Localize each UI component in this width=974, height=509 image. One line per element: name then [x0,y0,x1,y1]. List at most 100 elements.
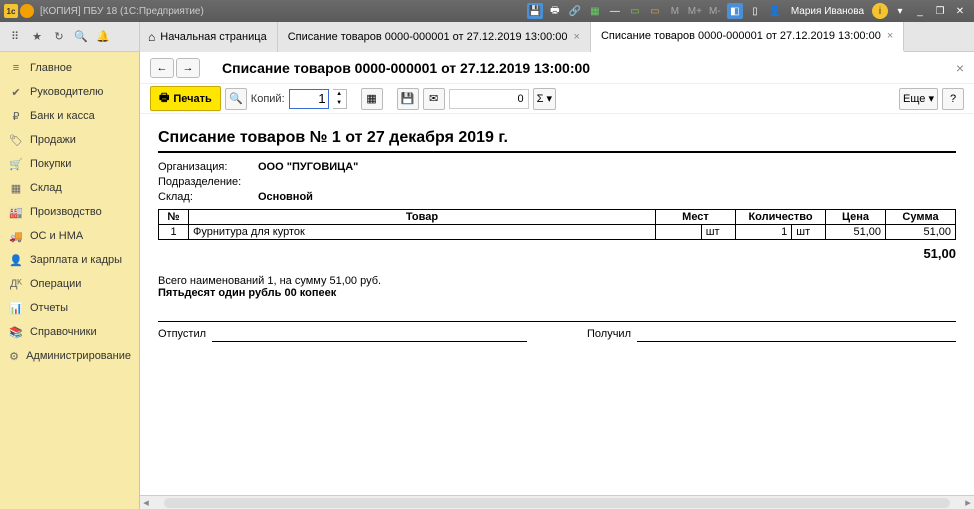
bell-icon[interactable]: 🔔 [92,26,114,48]
wh-label: Склад: [158,191,258,203]
panel-icon[interactable]: ▯ [747,3,763,19]
total-sum: 51,00 [158,246,956,261]
table-row: 1 Фурнитура для курток шт 1 шт 51,00 51,… [159,225,956,240]
scroll-right-icon[interactable]: ▸ [962,496,974,509]
toolbar: 🖶 Печать 🔍 Копий: ▲▼ ▦ 💾 ✉ 0 Σ ▾ Еще ▾ ? [140,84,974,114]
copies-input[interactable] [289,89,329,109]
released-label: Отпустил [158,328,206,342]
m3-icon[interactable]: M- [707,3,723,19]
tab-strip: ⌂ Начальная страница Списание товаров 00… [140,22,974,51]
check-icon: ✔ [8,86,24,99]
page-title: Списание товаров 0000-000001 от 27.12.20… [222,60,590,76]
email-button[interactable]: ✉ [423,88,445,110]
calc-icon[interactable]: ▦ [587,3,603,19]
dept-label: Подразделение: [158,176,258,188]
content-area: ← → Списание товаров 0000-000001 от 27.1… [140,52,974,509]
sidebar-item-payroll[interactable]: 👤Зарплата и кадры [0,248,139,272]
minus-icon[interactable]: — [607,3,623,19]
save-icon[interactable]: 💾 [527,3,543,19]
window-titlebar: 1c [КОПИЯ] ПБУ 18 (1С:Предприятие) 💾 🖶 🔗… [0,0,974,22]
window-icon[interactable]: ◧ [727,3,743,19]
more-button[interactable]: Еще ▾ [899,88,938,110]
help-button[interactable]: ? [942,88,964,110]
sidebar-item-assets[interactable]: 🚚ОС и НМА [0,224,139,248]
close-window-icon[interactable]: ✕ [952,3,968,19]
link-icon[interactable]: 🔗 [567,3,583,19]
released-line [212,328,527,342]
m-icon[interactable]: M [667,3,683,19]
chevron-down-icon[interactable]: ▼ [333,99,346,108]
tab-doc-1[interactable]: Списание товаров 0000-000001 от 27.12.20… [278,22,591,52]
col-num: № [159,210,189,225]
col-price: Цена [826,210,886,225]
truck-icon: 🚚 [8,230,24,243]
minimize-icon[interactable]: _ [912,3,928,19]
clock-icon[interactable]: ▭ [647,3,663,19]
m2-icon[interactable]: M+ [687,3,703,19]
nav-forward-button[interactable]: → [176,58,200,78]
sidebar-item-directories[interactable]: 📚Справочники [0,320,139,344]
tab-home[interactable]: ⌂ Начальная страница [140,22,278,52]
cell-unit1: шт [701,225,735,240]
sidebar-item-main[interactable]: ≡Главное [0,56,139,80]
sidebar-item-label: Отчеты [30,302,68,314]
sidebar: ≡Главное ✔ Руководителю ₽ Банк и касса 🏷Пр… [0,52,140,509]
gear-icon: ⚙ [8,350,20,363]
horizontal-scrollbar[interactable]: ◂ ▸ [140,495,974,509]
star-icon[interactable]: ★ [26,26,48,48]
sidebar-item-production[interactable]: 🏭Производство [0,200,139,224]
save-file-button[interactable]: 💾 [397,88,419,110]
apps-icon[interactable]: ⠿ [4,26,26,48]
sidebar-item-warehouse[interactable]: ▦ Склад [0,176,139,200]
col-qty: Количество [736,210,826,225]
sidebar-item-label: Банк и касса [30,110,95,122]
nav-back-button[interactable]: ← [150,58,174,78]
user-name[interactable]: Мария Иванова [791,6,864,17]
sidebar-item-sales[interactable]: 🏷Продажи [0,128,139,152]
sigma-button[interactable]: Σ ▾ [533,88,556,110]
close-page-icon[interactable]: × [956,60,964,76]
print-button-label: Печать [173,93,211,105]
scroll-track[interactable] [164,498,950,508]
col-product: Товар [189,210,656,225]
cell-unit2: шт [792,225,826,240]
scroll-left-icon[interactable]: ◂ [140,496,152,509]
maximize-icon[interactable]: ❐ [932,3,948,19]
home-icon: ⌂ [148,30,155,44]
sidebar-item-label: Зарплата и кадры [30,254,122,266]
calendar-icon[interactable]: ▭ [627,3,643,19]
cell-price: 51,00 [826,225,886,240]
user-icon: 👤 [767,3,783,19]
cell-num: 1 [159,225,189,240]
sidebar-item-admin[interactable]: ⚙ Администрирование [0,344,139,368]
ruble-icon: ₽ [8,110,24,123]
close-icon[interactable]: × [887,30,893,42]
layout-button[interactable]: ▦ [361,88,383,110]
factory-icon: 🏭 [8,206,24,219]
sidebar-item-operations[interactable]: ДᴷОперации [0,272,139,296]
sidebar-item-purchases[interactable]: 🛒Покупки [0,152,139,176]
grid-icon: ▦ [8,182,24,195]
print-button[interactable]: 🖶 Печать [150,86,221,111]
sidebar-item-manager[interactable]: ✔ Руководителю [0,80,139,104]
info-icon[interactable]: i [872,3,888,19]
search-icon[interactable]: 🔍 [70,26,92,48]
sidebar-item-label: Покупки [30,158,71,170]
document-title: Списание товаров № 1 от 27 декабря 2019 … [158,129,956,153]
sidebar-item-label: Склад [30,182,62,194]
sidebar-item-reports[interactable]: 📊Отчеты [0,296,139,320]
preview-button[interactable]: 🔍 [225,88,247,110]
sidebar-item-bank[interactable]: ₽ Банк и касса [0,104,139,128]
chevron-up-icon[interactable]: ▲ [333,90,346,99]
copies-stepper[interactable]: ▲▼ [333,89,347,109]
tab-doc-2[interactable]: Списание товаров 0000-000001 от 27.12.20… [591,22,904,52]
print-titlebar-icon[interactable]: 🖶 [547,3,563,19]
dropdown-icon[interactable]: ▾ [892,3,908,19]
wh-value: Основной [258,191,313,203]
history-icon[interactable]: ↻ [48,26,70,48]
app-round-icon [20,4,34,18]
sidebar-item-label: Администрирование [26,350,131,362]
close-icon[interactable]: × [574,31,580,43]
received-label: Получил [587,328,631,342]
sidebar-item-label: Руководителю [30,86,103,98]
